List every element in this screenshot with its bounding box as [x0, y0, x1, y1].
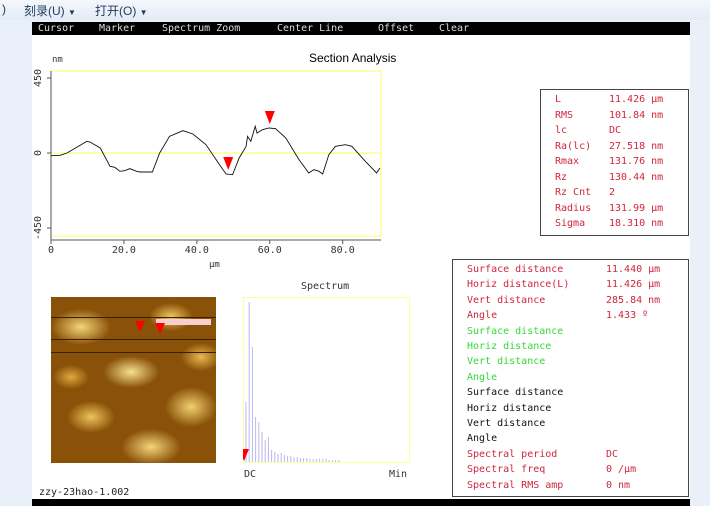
- measurement-value: 1.433 º: [606, 310, 649, 322]
- measurement-label: Angle: [467, 433, 498, 445]
- stat-label: RMS: [555, 109, 574, 121]
- measurement-label: Surface distance: [467, 264, 564, 275]
- stat-value: 2: [609, 187, 616, 198]
- stat-label: Sigma: [555, 218, 586, 229]
- roughness-stats-table: L 11.426 µm RMS 101.84 nm lc DC Ra(lc) 27.518 n…: [540, 89, 689, 236]
- x-tick-label: 20.0: [112, 245, 136, 256]
- stat-value: 27.518 nm: [609, 140, 664, 152]
- marker-triangle-icon[interactable]: [264, 111, 275, 124]
- measurement-label: Surface distance: [467, 387, 564, 399]
- status-bar: [32, 499, 690, 506]
- marker-triangle-icon[interactable]: [223, 157, 234, 170]
- section-profile-chart[interactable]: 450 0 -450 0 20.0 40.0 60.0 80.0: [0, 0, 400, 280]
- stat-value: DC: [609, 125, 622, 136]
- measurement-label: Spectral RMS amp: [467, 479, 564, 491]
- stat-value: 11.426 µm: [609, 94, 664, 105]
- marker-triangle-icon[interactable]: [135, 321, 145, 332]
- spectrum-title: Spectrum: [301, 281, 350, 292]
- spectrum-min-label: Min: [389, 469, 408, 480]
- stat-label: Rz: [555, 171, 568, 183]
- stat-label: Ra(lc): [555, 140, 592, 152]
- measurement-label: Surface distance: [467, 325, 564, 337]
- y-tick-label: 0: [33, 150, 44, 156]
- measurement-label: Horiz distance: [467, 341, 552, 352]
- spectrum-dc-label: DC: [244, 469, 257, 480]
- x-tick-label: 80.0: [331, 245, 355, 256]
- spectrum-chart[interactable]: [243, 297, 411, 464]
- x-tick-label: 60.0: [258, 245, 282, 256]
- stat-label: L: [555, 94, 562, 105]
- measurement-label: Vert distance: [467, 418, 546, 429]
- y-tick-label: 450: [33, 69, 44, 87]
- measurement-label: Horiz distance(L): [467, 279, 570, 291]
- x-tick-label: 0: [48, 245, 54, 256]
- y-tick-label: -450: [33, 216, 44, 240]
- measurement-value: 0 /µm: [606, 464, 637, 476]
- x-tick-label: 40.0: [185, 245, 209, 256]
- measurement-label: Vert distance: [467, 294, 546, 306]
- stat-label: Radius: [555, 202, 592, 214]
- measurement-value: 0 nm: [606, 479, 631, 491]
- measurement-value: 11.440 µm: [606, 264, 661, 275]
- afm-height-image[interactable]: [51, 297, 216, 463]
- stat-value: 101.84 nm: [609, 109, 664, 121]
- menu-clear[interactable]: Clear: [439, 22, 469, 35]
- stat-value: 131.76 nm: [609, 156, 664, 167]
- measurement-label: Angle: [467, 310, 498, 322]
- image-filename: zzy-23hao-1.002: [39, 487, 130, 498]
- stat-value: 131.99 µm: [609, 202, 664, 214]
- marker-triangle-icon[interactable]: [155, 323, 165, 334]
- profile-line: [50, 124, 381, 176]
- measurement-value: 285.84 nm: [606, 294, 661, 306]
- measurement-table: Surface distance 11.440 µm Horiz distance(…: [452, 259, 689, 497]
- measurement-label: Spectral freq: [467, 464, 546, 476]
- stat-value: 18.310 nm: [609, 218, 664, 229]
- stat-label: Rmax: [555, 156, 580, 167]
- measurement-label: Horiz distance: [467, 402, 552, 414]
- measurement-label: Spectral period: [467, 448, 558, 460]
- measurement-value: DC: [606, 448, 619, 460]
- stat-value: 130.44 nm: [609, 171, 664, 183]
- stat-label: lc: [555, 125, 568, 136]
- measurement-value: 11.426 µm: [606, 279, 661, 291]
- stat-label: Rz Cnt: [555, 187, 592, 198]
- measurement-label: Angle: [467, 371, 498, 383]
- measurement-label: Vert distance: [467, 356, 546, 368]
